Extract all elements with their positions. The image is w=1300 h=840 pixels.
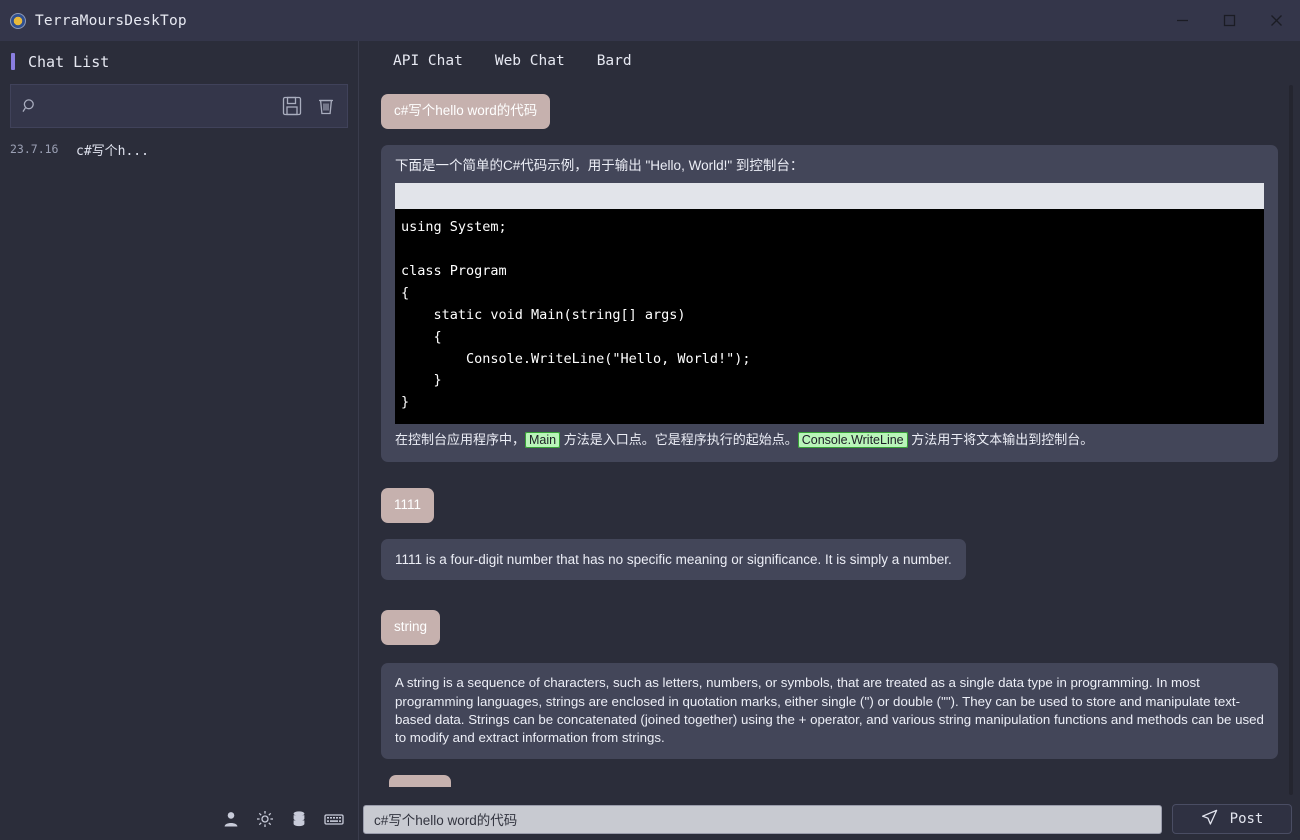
- sidebar-toolbar: [0, 798, 358, 840]
- title-bar: TerraMoursDeskTop: [0, 0, 1300, 41]
- chat-list-header: Chat List: [0, 45, 358, 78]
- note-part-b: 方法是入口点。它是程序执行的起始点。: [560, 432, 798, 447]
- message-bot-1: 下面是一个简单的C#代码示例，用于输出 "Hello, World!" 到控制台…: [381, 145, 1278, 462]
- message-user-1: c#写个hello word的代码: [381, 94, 1278, 129]
- message-bot-2: 1111 is a four-digit number that has no …: [381, 539, 1278, 581]
- message-user-2: 1111: [381, 488, 1278, 523]
- list-item[interactable]: 23.7.16 c#写个h...: [0, 134, 358, 164]
- database-icon[interactable]: [290, 810, 308, 828]
- user-bubble: 1111: [381, 488, 434, 523]
- post-button-label: Post: [1230, 811, 1264, 827]
- gear-icon[interactable]: [256, 810, 274, 828]
- tab-bar: API Chat Web Chat Bard: [359, 41, 1300, 80]
- trash-icon[interactable]: [316, 96, 336, 116]
- tab-bard[interactable]: Bard: [581, 53, 648, 69]
- note-part-a: 在控制台应用程序中，: [395, 432, 525, 447]
- tab-api-chat[interactable]: API Chat: [377, 53, 479, 69]
- chat-list-title: Chat List: [28, 53, 109, 71]
- keyboard-icon[interactable]: [324, 810, 344, 828]
- user-bubble: string: [381, 610, 440, 645]
- app-logo-icon: [10, 13, 26, 29]
- user-bubble-partial: [389, 775, 451, 787]
- prompt-input[interactable]: [363, 805, 1162, 834]
- bot-bubble: A string is a sequence of characters, su…: [381, 663, 1278, 758]
- chat-list: 23.7.16 c#写个h...: [0, 134, 358, 164]
- save-icon[interactable]: [282, 96, 302, 116]
- code-block-header: [395, 183, 1264, 209]
- search-row: [10, 84, 348, 128]
- maximize-button[interactable]: [1206, 0, 1253, 41]
- user-icon[interactable]: [222, 810, 240, 828]
- user-bubble: c#写个hello word的代码: [381, 94, 550, 129]
- message-user-3: string: [381, 610, 1278, 645]
- sidebar: Chat List: [0, 41, 359, 840]
- message-bot-3: A string is a sequence of characters, su…: [381, 663, 1278, 758]
- inline-code-writeline: Console.WriteLine: [798, 432, 908, 448]
- bot-bubble: 下面是一个简单的C#代码示例，用于输出 "Hello, World!" 到控制台…: [381, 145, 1278, 462]
- minimize-button[interactable]: [1159, 0, 1206, 41]
- chat-item-title: c#写个h...: [76, 140, 149, 159]
- vertical-scrollbar[interactable]: [1289, 85, 1293, 795]
- bot-intro-text: 下面是一个简单的C#代码示例，用于输出 "Hello, World!" 到控制台…: [395, 156, 1264, 176]
- code-explanation: 在控制台应用程序中，Main 方法是入口点。它是程序执行的起始点。Console…: [395, 430, 1264, 451]
- chat-item-date: 23.7.16: [10, 142, 76, 156]
- window-controls: [1159, 0, 1300, 41]
- close-button[interactable]: [1253, 0, 1300, 41]
- tab-web-chat[interactable]: Web Chat: [479, 53, 581, 69]
- code-block: using System; class Program { static voi…: [395, 183, 1264, 424]
- search-icon: [22, 98, 39, 115]
- bot-bubble: 1111 is a four-digit number that has no …: [381, 539, 966, 581]
- accent-bar: [11, 53, 15, 70]
- composer-bar: Post: [359, 798, 1300, 840]
- search-input[interactable]: [47, 99, 268, 114]
- conversation-scroll[interactable]: c#写个hello word的代码 下面是一个简单的C#代码示例，用于输出 "H…: [359, 80, 1300, 840]
- send-icon: [1201, 809, 1218, 830]
- inline-code-main: Main: [525, 432, 560, 448]
- window-title: TerraMoursDeskTop: [35, 13, 187, 29]
- note-part-c: 方法用于将文本输出到控制台。: [908, 432, 1094, 447]
- post-button[interactable]: Post: [1172, 804, 1292, 834]
- main-layout: Chat List: [0, 41, 1300, 840]
- code-block-content: using System; class Program { static voi…: [395, 209, 1264, 424]
- content-panel: API Chat Web Chat Bard c#写个hello word的代码…: [359, 41, 1300, 840]
